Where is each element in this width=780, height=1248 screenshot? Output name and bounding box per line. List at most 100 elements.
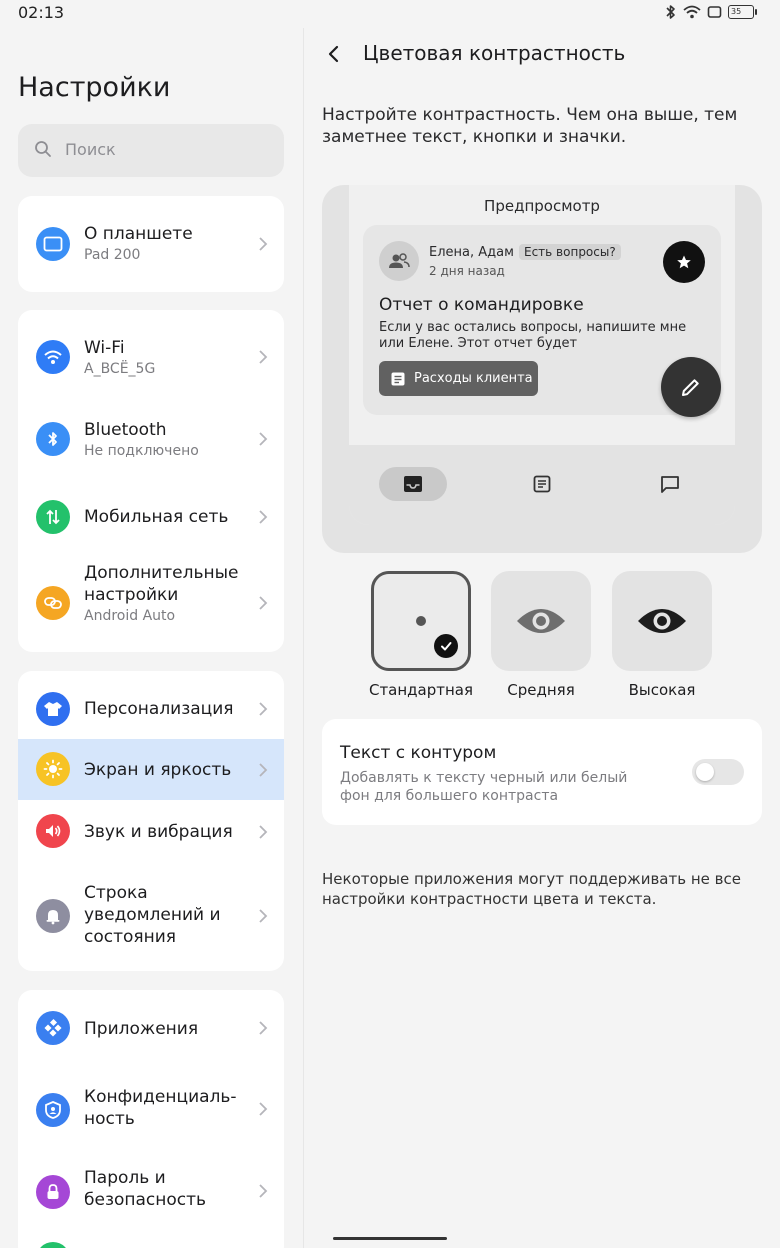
sidebar-item-label: Конфиденциаль-ность <box>84 1087 237 1129</box>
sidebar-item-security[interactable]: Пароль и безопасность <box>18 1150 284 1234</box>
sidebar-item-mobile-network[interactable]: Мобильная сеть <box>18 483 284 553</box>
contrast-option-high[interactable]: Высокая <box>607 571 717 699</box>
chevron-right-icon <box>259 350 268 364</box>
chevron-right-icon <box>259 596 268 610</box>
sidebar-item-label: Экран и яркость <box>84 760 232 780</box>
sidebar-item-about[interactable]: О планшете Pad 200 <box>18 196 284 292</box>
chat-icon <box>636 467 704 501</box>
chevron-right-icon <box>259 825 268 839</box>
sidebar-item-partial[interactable] <box>18 1234 284 1248</box>
settings-pane: Настройки Поиск О планшете Pad 200 Wi-Fi… <box>0 28 303 1248</box>
check-icon <box>434 634 458 658</box>
sidebar-item-sound[interactable]: Звук и вибрация <box>18 800 284 862</box>
apps-icon <box>36 1011 70 1045</box>
footnote: Некоторые приложения могут поддерживать … <box>322 870 741 908</box>
battery-level: 35 <box>731 7 742 16</box>
sidebar-item-more-connections[interactable]: Дополнительные настройки Android Auto <box>18 553 284 652</box>
home-indicator[interactable] <box>333 1237 447 1240</box>
wifi-icon <box>683 5 701 19</box>
sidebar-item-label: Wi-Fi <box>84 338 125 358</box>
chevron-right-icon <box>259 763 268 777</box>
people-icon <box>379 241 419 281</box>
outline-text-card[interactable]: Текст с контуром Добавлять к тексту черн… <box>322 719 762 825</box>
sidebar-item-display[interactable]: Экран и яркость <box>18 739 284 800</box>
preview-nav-bar <box>349 445 735 525</box>
chevron-right-icon <box>259 237 268 251</box>
bluetooth-icon <box>36 422 70 456</box>
contrast-option-label: Высокая <box>628 681 696 699</box>
speaker-icon <box>36 814 70 848</box>
contrast-option-standard[interactable]: Стандартная <box>366 571 476 699</box>
preview-screen: Предпросмотр Елена, Адам Есть вопросы? 2… <box>349 185 735 525</box>
sidebar-item-label: Звук и вибрация <box>84 822 233 842</box>
mail-chip: Расходы клиента <box>379 361 538 396</box>
green-circle-icon <box>36 1242 70 1248</box>
status-time: 02:13 <box>18 3 65 22</box>
article-icon <box>508 467 576 501</box>
sidebar-item-label: Дополнительные настройки <box>84 563 239 605</box>
search-placeholder: Поиск <box>65 140 116 159</box>
wifi-icon <box>36 340 70 374</box>
inbox-icon <box>379 467 447 501</box>
sidebar-item-label: Мобильная сеть <box>84 507 229 527</box>
sidebar-item-sublabel: Android Auto <box>84 608 176 624</box>
sidebar-item-label: Строка уведомлений и состояния <box>84 883 221 947</box>
more-connections-icon <box>36 586 70 620</box>
search-input[interactable]: Поиск <box>18 124 284 177</box>
toggle-knob <box>696 763 714 781</box>
eye-icon <box>638 609 686 633</box>
page-title: Цветовая контрастность <box>363 41 626 65</box>
status-icons: 35 <box>665 4 757 20</box>
outline-text-title: Текст с контуром <box>340 743 497 763</box>
contrast-option-tile[interactable] <box>491 571 591 671</box>
bluetooth-icon <box>666 5 675 19</box>
chevron-right-icon <box>259 432 268 446</box>
status-bar: 02:13 35 <box>0 0 780 28</box>
battery-icon: 35 <box>728 5 757 19</box>
sidebar-item-sublabel: A_BCЁ_5G <box>84 361 156 377</box>
outline-text-description: Добавлять к тексту черный или белый фон … <box>340 770 628 804</box>
sidebar-item-bluetooth[interactable]: Bluetooth Не подключено <box>18 401 284 483</box>
sidebar-item-personalization[interactable]: Персонализация <box>18 671 284 739</box>
sidebar-item-notifications[interactable]: Строка уведомлений и состояния <box>18 862 284 971</box>
contrast-option-tile[interactable] <box>371 571 471 671</box>
mail-tag: Есть вопросы? <box>519 244 621 260</box>
detail-pane: Цветовая контрастность Настройте контрас… <box>304 28 780 1248</box>
sidebar-item-apps[interactable]: Приложения <box>18 990 284 1068</box>
chevron-right-icon <box>259 702 268 716</box>
contrast-option-label: Стандартная <box>368 681 474 699</box>
preview-panel: Предпросмотр Елена, Адам Есть вопросы? 2… <box>322 185 762 553</box>
contrast-option-tile[interactable] <box>612 571 712 671</box>
settings-card-apps: Приложения Конфиденциаль-ность Пароль и … <box>18 990 284 1248</box>
outline-text-toggle[interactable] <box>692 759 744 785</box>
sidebar-item-label: Персонализация <box>84 699 234 719</box>
document-icon <box>391 372 405 385</box>
mail-sender: Елена, Адам <box>429 245 514 260</box>
screen-icon <box>707 6 722 18</box>
back-arrow-icon[interactable] <box>322 42 346 66</box>
sidebar-item-privacy[interactable]: Конфиденциаль-ность <box>18 1068 284 1150</box>
eye-icon <box>517 609 565 633</box>
mail-subject: Отчет о командировке <box>379 295 584 315</box>
mobile-data-icon <box>36 500 70 534</box>
mail-chip-label: Расходы клиента <box>414 371 533 386</box>
page-description: Настройте контрастность. Чем она выше, т… <box>322 105 738 147</box>
lock-icon <box>36 1175 70 1209</box>
chevron-right-icon <box>259 1021 268 1035</box>
contrast-options: Стандартная Средняя Высокая <box>304 571 780 711</box>
chevron-right-icon <box>259 1184 268 1198</box>
chevron-right-icon <box>259 1102 268 1116</box>
sidebar-item-label: Пароль и безопасность <box>84 1168 207 1210</box>
settings-card-network: Wi-Fi A_BCЁ_5G Bluetooth Не подключено М… <box>18 310 284 652</box>
star-icon <box>663 241 705 283</box>
sidebar-item-label: Bluetooth <box>84 420 167 440</box>
chevron-right-icon <box>259 909 268 923</box>
sidebar-item-wifi[interactable]: Wi-Fi A_BCЁ_5G <box>18 310 284 401</box>
contrast-option-label: Средняя <box>507 681 575 699</box>
contrast-option-medium[interactable]: Средняя <box>486 571 596 699</box>
mail-body: Если у вас остались вопросы, напишите мн… <box>379 320 687 351</box>
mail-time: 2 дня назад <box>429 264 505 278</box>
sidebar-item-label: Приложения <box>84 1019 199 1039</box>
settings-card-device: О планшете Pad 200 <box>18 196 284 292</box>
sidebar-item-sublabel: Pad 200 <box>84 247 141 263</box>
